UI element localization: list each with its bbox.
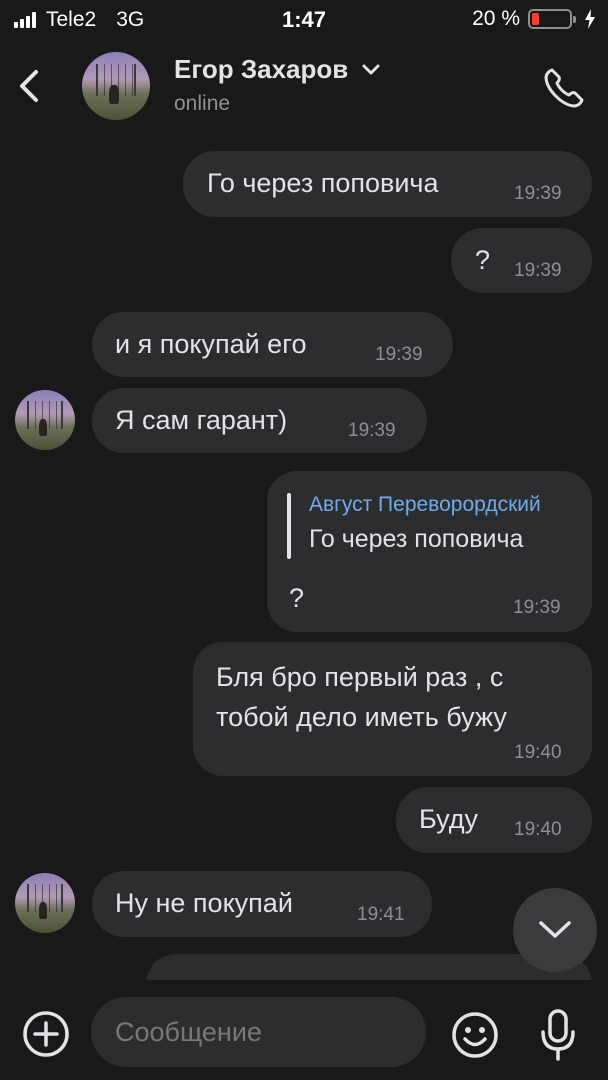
microphone-icon[interactable] — [538, 1008, 578, 1062]
message-text: ? — [475, 245, 491, 275]
reply-author[interactable]: Август Переворордский — [309, 493, 541, 517]
status-right: 20 % — [472, 7, 596, 31]
message-bubble[interactable]: Ну не покупай 19:41 — [92, 871, 432, 937]
message-time: 19:41 — [357, 904, 405, 925]
message-text-line: тобой дело иметь бужу — [216, 702, 507, 732]
composer — [0, 980, 608, 1080]
chevron-down-icon — [362, 64, 380, 74]
phone-icon[interactable] — [542, 66, 586, 110]
scroll-down-button[interactable] — [513, 888, 597, 972]
message-bubble[interactable]: Я сам гарант) 19:39 — [92, 388, 427, 453]
message-text: Буду — [419, 804, 478, 834]
contact-name-button[interactable]: Егор Захаров — [174, 54, 380, 85]
message-bubble[interactable]: Буду 19:40 — [396, 787, 592, 853]
status-bar: Tele2 3G 1:47 20 % — [0, 0, 608, 40]
message-bubble[interactable]: и я покупай его 19:39 — [92, 312, 453, 377]
message-time: 19:40 — [514, 819, 562, 840]
message-bubble[interactable]: Го через поповича 19:39 — [183, 151, 592, 217]
message-text: Го через поповича — [207, 168, 439, 198]
message-input[interactable] — [91, 997, 426, 1067]
sender-avatar[interactable] — [15, 390, 75, 450]
message-time: 19:39 — [348, 420, 396, 441]
smile-icon[interactable] — [450, 1010, 500, 1060]
battery-percent: 20 % — [472, 7, 520, 30]
battery-fill — [532, 13, 540, 25]
contact-status: online — [174, 92, 231, 115]
reply-quote-bar — [287, 493, 291, 559]
message-bubble[interactable]: ? 19:39 — [451, 228, 592, 293]
battery-icon — [528, 9, 576, 29]
chat-header: Егор Захаров online — [0, 40, 608, 136]
message-text: и я покупай его — [115, 329, 307, 359]
message-text-line: Бля бро первый раз , с — [216, 662, 504, 692]
contact-name: Егор Захаров — [174, 54, 349, 84]
message-time: 19:39 — [513, 597, 561, 618]
message-text: Ну не покупай — [115, 888, 293, 918]
message-time: 19:39 — [514, 183, 562, 204]
message-time: 19:40 — [514, 742, 562, 763]
contact-avatar[interactable] — [82, 52, 150, 120]
reply-message-bubble[interactable]: Август Переворордский Го через поповича … — [267, 471, 592, 632]
message-time: 19:39 — [514, 260, 562, 281]
message-text: Я сам гарант) — [115, 405, 288, 435]
plus-icon[interactable] — [22, 1010, 70, 1058]
sender-avatar[interactable] — [15, 873, 75, 933]
message-time: 19:39 — [375, 344, 423, 365]
charging-bolt-icon — [585, 9, 595, 29]
chevron-down-icon — [539, 921, 571, 938]
message-text: ? — [289, 583, 305, 613]
message-bubble[interactable]: Бля бро первый раз , с тобой дело иметь … — [193, 642, 592, 776]
reply-text: Го через поповича — [309, 525, 524, 553]
back-chevron-icon[interactable] — [12, 64, 48, 108]
